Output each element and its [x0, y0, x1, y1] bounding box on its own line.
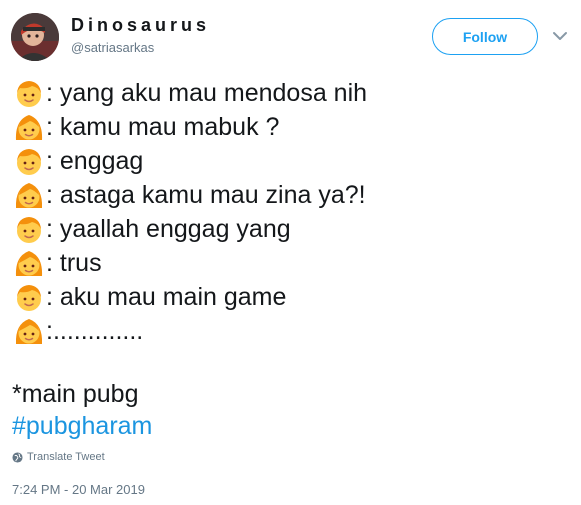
- translate-tweet-link[interactable]: Translate Tweet: [12, 451, 105, 463]
- dialogue-line: :.............: [12, 314, 367, 348]
- dialogue-line: : astaga kamu mau zina ya?!: [12, 178, 367, 212]
- boy-emoji-icon: [12, 212, 46, 246]
- boy-emoji-icon: [12, 144, 46, 178]
- translate-label: Translate Tweet: [27, 451, 105, 463]
- follow-button[interactable]: Follow: [432, 18, 538, 55]
- chevron-down-icon[interactable]: [552, 30, 568, 42]
- display-name[interactable]: Dinosaurus: [71, 15, 210, 35]
- girl-emoji-icon: [12, 246, 46, 280]
- girl-emoji-icon: [12, 178, 46, 212]
- hashtag-link[interactable]: #pubgharam: [12, 409, 152, 443]
- girl-emoji-icon: [12, 110, 46, 144]
- dialogue-line: : yaallah enggag yang: [12, 212, 367, 246]
- boy-emoji-icon: [12, 76, 46, 110]
- dialogue-text: : astaga kamu mau zina ya?!: [46, 181, 366, 209]
- tweet: Dinosaurus @satriasarkas Follow : yang a…: [0, 0, 581, 505]
- dialogue-text: : trus: [46, 249, 102, 277]
- dialogue-line: : kamu mau mabuk ?: [12, 110, 367, 144]
- user-handle[interactable]: @satriasarkas: [71, 40, 154, 56]
- girl-emoji-icon: [12, 314, 46, 348]
- dialogue-line: : enggag: [12, 144, 367, 178]
- dialogue-line: : trus: [12, 246, 367, 280]
- dialogue-text: : aku mau main game: [46, 283, 287, 311]
- avatar[interactable]: [11, 13, 59, 61]
- boy-emoji-icon: [12, 280, 46, 314]
- dialogue-text: : yang aku mau mendosa nih: [46, 79, 368, 107]
- tweet-timestamp[interactable]: 7:24 PM - 20 Mar 2019: [12, 482, 145, 497]
- dialogue-text: : enggag: [46, 147, 144, 175]
- globe-icon: [12, 451, 23, 463]
- dialogue-text: :.............: [46, 317, 144, 345]
- dialogue-text: : kamu mau mabuk ?: [46, 113, 280, 141]
- tweet-text: : yang aku mau mendosa nih : kamu mau mab…: [12, 76, 367, 348]
- dialogue-text: : yaallah enggag yang: [46, 215, 291, 243]
- dialogue-line: : aku mau main game: [12, 280, 367, 314]
- tweet-footnote: *main pubg: [12, 380, 139, 408]
- dialogue-line: : yang aku mau mendosa nih: [12, 76, 367, 110]
